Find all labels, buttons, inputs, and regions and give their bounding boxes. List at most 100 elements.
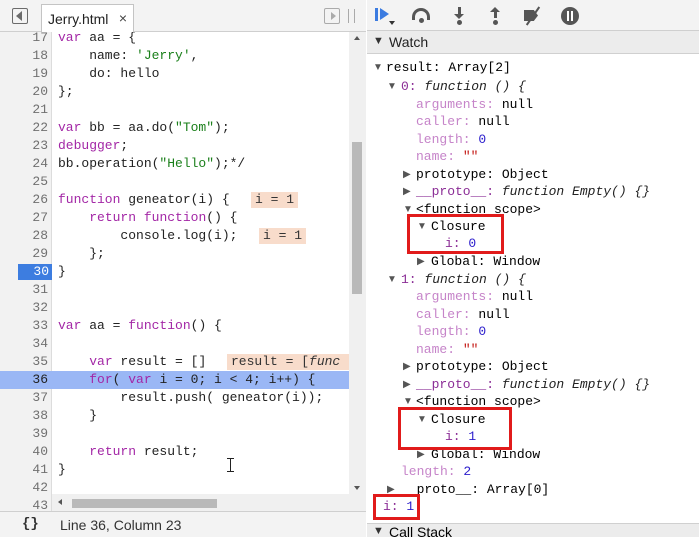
expand-triangle-icon[interactable]: ▼: [387, 271, 397, 288]
property-arguments: arguments: null: [416, 289, 534, 304]
line-number[interactable]: 17: [0, 32, 48, 47]
code-line[interactable]: 23 debugger;: [0, 137, 349, 155]
call-stack-title: Call Stack: [389, 524, 453, 537]
property-proto[interactable]: __proto__: function Empty() {}: [416, 183, 650, 200]
line-number[interactable]: 25: [0, 173, 48, 191]
step-into-icon[interactable]: [449, 5, 471, 27]
line-number[interactable]: 29: [0, 245, 48, 263]
step-over-icon[interactable]: [410, 5, 432, 27]
code-editor[interactable]: 17 var aa = {18 name: 'Jerry', 19 do: hell…: [0, 32, 366, 511]
file-tab[interactable]: Jerry.html ×: [41, 4, 134, 32]
code-line[interactable]: 29 };: [0, 245, 349, 263]
call-stack-section-header[interactable]: ▼ Call Stack: [367, 523, 699, 537]
property-proto[interactable]: __proto__: function Empty() {}: [416, 376, 650, 393]
scroll-up-icon[interactable]: [354, 36, 360, 40]
collapsed-triangle-icon[interactable]: ▶: [403, 358, 411, 375]
step-out-icon[interactable]: [485, 5, 507, 27]
code-line[interactable]: 18 name: 'Jerry',: [0, 47, 349, 65]
line-number[interactable]: 33: [0, 317, 48, 335]
scroll-left-icon[interactable]: [58, 499, 62, 505]
line-number[interactable]: 35: [0, 353, 48, 371]
collapsed-triangle-icon[interactable]: ▶: [403, 376, 411, 393]
array-item-1[interactable]: 1: function () {: [401, 271, 526, 288]
collapsed-triangle-icon[interactable]: ▶: [417, 253, 425, 270]
line-number[interactable]: 19: [0, 65, 48, 83]
code-line[interactable]: 33 var aa = function() {: [0, 317, 349, 335]
code-line[interactable]: 27 return function() {: [0, 209, 349, 227]
line-number[interactable]: 43: [0, 497, 48, 511]
line-number[interactable]: 22: [0, 119, 48, 137]
line-number[interactable]: 34: [0, 335, 48, 353]
code-line[interactable]: 40 return result;: [0, 443, 349, 461]
code-line[interactable]: 24 bb.operation("Hello");*/: [0, 155, 349, 173]
code-line[interactable]: 38 }: [0, 407, 349, 425]
code-line[interactable]: 34: [0, 335, 349, 353]
line-number[interactable]: 31: [0, 281, 48, 299]
code-line[interactable]: 19 do: hello: [0, 65, 349, 83]
line-number[interactable]: 23: [0, 137, 48, 155]
code-line[interactable]: 28 console.log(i); i = 1: [0, 227, 349, 245]
code-line[interactable]: 26 function geneator(i) {i = 1: [0, 191, 349, 209]
scroll-down-icon[interactable]: [354, 486, 360, 490]
array-item-0[interactable]: 0: function () {: [401, 78, 526, 95]
line-number[interactable]: 24: [0, 155, 48, 173]
line-number[interactable]: 32: [0, 299, 48, 317]
code-line[interactable]: 21: [0, 101, 349, 119]
line-number[interactable]: 39: [0, 425, 48, 443]
line-number[interactable]: 42: [0, 479, 48, 497]
deactivate-breakpoints-icon[interactable]: [522, 5, 544, 27]
watch-expression-result[interactable]: result: Array[2]: [386, 59, 511, 76]
line-number[interactable]: 18: [0, 47, 48, 65]
watch-title: Watch: [389, 34, 429, 50]
code-line[interactable]: 39: [0, 425, 349, 443]
code-text: var result = []: [89, 354, 207, 369]
line-number[interactable]: 21: [0, 101, 48, 119]
collapsed-triangle-icon[interactable]: ▶: [403, 183, 411, 200]
property-prototype[interactable]: prototype: Object: [416, 166, 549, 183]
code-line[interactable]: 25: [0, 173, 349, 191]
code-text: var bb = aa.do("Tom");: [58, 120, 230, 135]
expand-triangle-icon[interactable]: ▼: [373, 59, 383, 76]
code-line[interactable]: 20};: [0, 83, 349, 101]
pretty-print-button[interactable]: {}: [22, 516, 39, 532]
watch-expression-i[interactable]: i: 1: [383, 499, 414, 514]
line-number[interactable]: 37: [0, 389, 48, 407]
line-number[interactable]: 27: [0, 209, 48, 227]
pause-on-exceptions-icon[interactable]: [560, 5, 582, 27]
code-line[interactable]: 37 result.push( geneator(i));: [0, 389, 349, 407]
property-prototype[interactable]: prototype: Object: [416, 358, 549, 375]
code-line[interactable]: 36 for( var i = 0; i < 4; i++) {: [0, 371, 349, 389]
breakpoint-marker[interactable]: 30: [18, 264, 52, 280]
toggle-debugger-icon[interactable]: [324, 8, 340, 24]
property-name: name: "": [416, 342, 479, 357]
text-cursor-icon: [227, 458, 235, 472]
watch-section-header[interactable]: ▼ Watch: [367, 31, 699, 54]
inline-value-text: result = [: [231, 354, 310, 369]
code-line[interactable]: 17 var aa = {: [0, 32, 349, 47]
array-proto[interactable]: __proto__: Array[0]: [401, 481, 549, 498]
line-number[interactable]: 38: [0, 407, 48, 425]
code-line[interactable]: 32: [0, 299, 349, 317]
line-number[interactable]: 36: [0, 371, 48, 389]
code-line[interactable]: 35 var result = [] result = [func: [0, 353, 361, 371]
code-text: return function() {: [89, 210, 238, 225]
horizontal-scroll-thumb[interactable]: [72, 499, 217, 508]
annotation-box: [398, 407, 512, 450]
code-text: function geneator(i) {: [58, 192, 230, 207]
line-number[interactable]: 20: [0, 83, 48, 101]
code-line[interactable]: 41}: [0, 461, 349, 479]
collapsed-triangle-icon[interactable]: ▶: [403, 166, 411, 183]
expand-triangle-icon[interactable]: ▼: [387, 78, 397, 95]
code-line[interactable]: 31: [0, 281, 349, 299]
toggle-navigator-icon[interactable]: [12, 8, 28, 24]
global-scope[interactable]: Global: Window: [431, 253, 540, 270]
line-number[interactable]: 41: [0, 461, 48, 479]
close-icon[interactable]: ×: [119, 10, 127, 26]
line-number[interactable]: 28: [0, 227, 48, 245]
code-line[interactable]: 30}: [0, 263, 349, 281]
line-number[interactable]: 40: [0, 443, 48, 461]
code-line[interactable]: 22 var bb = aa.do("Tom");: [0, 119, 349, 137]
resume-icon[interactable]: [373, 5, 395, 27]
line-number[interactable]: 26: [0, 191, 48, 209]
vertical-scroll-thumb[interactable]: [352, 142, 362, 294]
